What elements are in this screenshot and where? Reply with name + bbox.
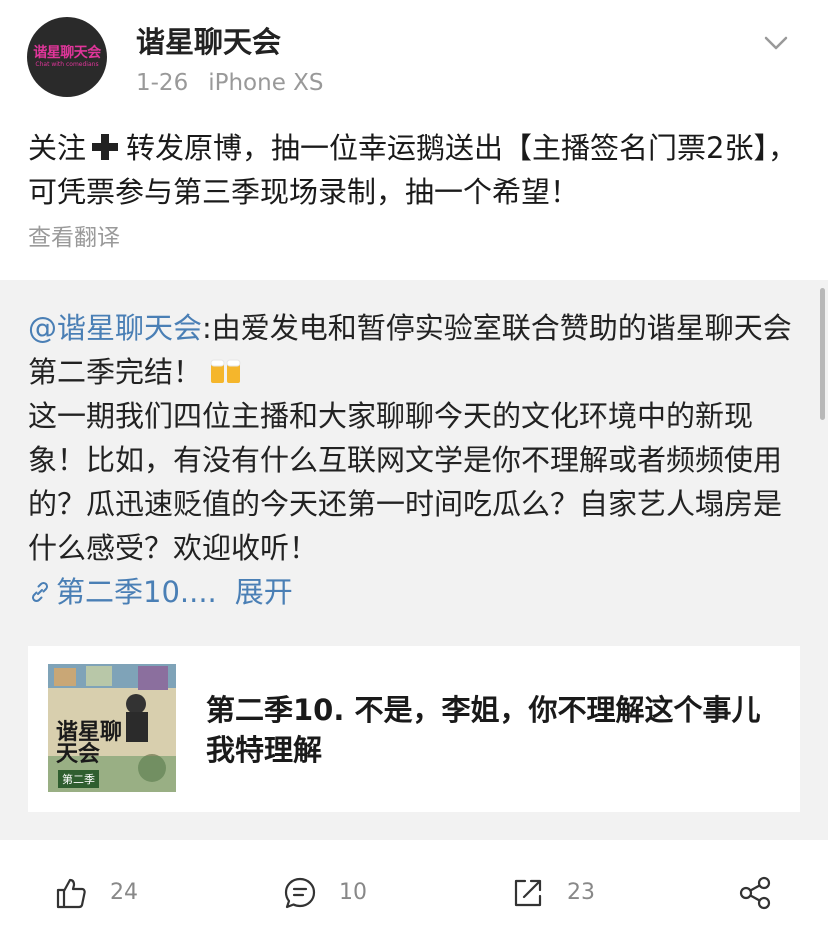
share-icon <box>739 876 771 910</box>
post-text-start: 关注 <box>28 131 87 165</box>
avatar-label: 谐星聊天会 <box>33 44 101 61</box>
scrollbar[interactable] <box>820 288 825 420</box>
card-title: 第二季10. 不是，李姐，你不理解这个事儿我特理解 <box>206 693 761 767</box>
repost-icon <box>514 879 542 907</box>
post-meta: 1-26 iPhone XS <box>136 68 324 98</box>
chevron-down-icon[interactable] <box>762 32 790 54</box>
repost-text-second: 这一期我们四位主播和大家聊聊今天的文化环境中的新现象！比如，有没有什么互联网文学… <box>28 399 783 565</box>
post-device: iPhone XS <box>208 70 324 96</box>
post-body: 关注 转发原博，抽一位幸运鹅送出【主播签名门票2张】，可凭票参与第三季现场录制，… <box>28 126 808 214</box>
repost-body: @谐星聊天会:由爱发电和暂停实验室联合赞助的谐星聊天会第二季完结！ 这一期我们四… <box>28 306 800 614</box>
episode-link-label: 第二季10.... <box>56 575 217 609</box>
share-button[interactable] <box>738 876 772 910</box>
username[interactable]: 谐星聊天会 <box>136 24 281 60</box>
like-count: 24 <box>110 880 138 905</box>
episode-link[interactable]: 第二季10.... <box>28 575 217 609</box>
beer-icon <box>210 359 241 383</box>
mention-link[interactable]: @谐星聊天会 <box>28 311 202 345</box>
post-header: 谐星聊天会 Chat with comedians 谐星聊天会 1-26 iPho… <box>0 0 828 112</box>
podcast-thumbnail: 谐星聊天会 第二季 <box>48 664 176 792</box>
podcast-card[interactable]: 谐星聊天会 第二季 第二季10. 不是，李姐，你不理解这个事儿我特理解 <box>28 646 800 812</box>
thumbnail-badge: 第二季 <box>58 770 99 788</box>
repost-button[interactable]: 23 <box>511 876 595 910</box>
post-text-rest: 转发原博，抽一位幸运鹅送出【主播签名门票2张】，可凭票参与第三季现场录制，抽一个… <box>28 131 797 209</box>
thumbnail-title: 谐星聊天会 <box>56 720 123 767</box>
like-button[interactable]: 24 <box>54 876 138 910</box>
post-date: 1-26 <box>136 70 189 96</box>
repost-count: 23 <box>567 880 595 905</box>
action-bar: 24 10 23 <box>0 840 828 939</box>
expand-button[interactable]: 展开 <box>235 575 293 609</box>
repost-block[interactable]: @谐星聊天会:由爱发电和暂停实验室联合赞助的谐星聊天会第二季完结！ 这一期我们四… <box>0 280 828 840</box>
comment-count: 10 <box>339 880 367 905</box>
translate-link[interactable]: 查看翻译 <box>28 222 120 254</box>
plus-icon <box>92 134 119 160</box>
avatar-sub: Chat with comedians <box>35 60 99 68</box>
comment-button[interactable]: 10 <box>283 876 367 910</box>
link-icon <box>31 581 49 603</box>
like-icon <box>56 878 86 909</box>
comment-icon <box>284 877 316 909</box>
avatar[interactable]: 谐星聊天会 Chat with comedians <box>27 17 107 97</box>
